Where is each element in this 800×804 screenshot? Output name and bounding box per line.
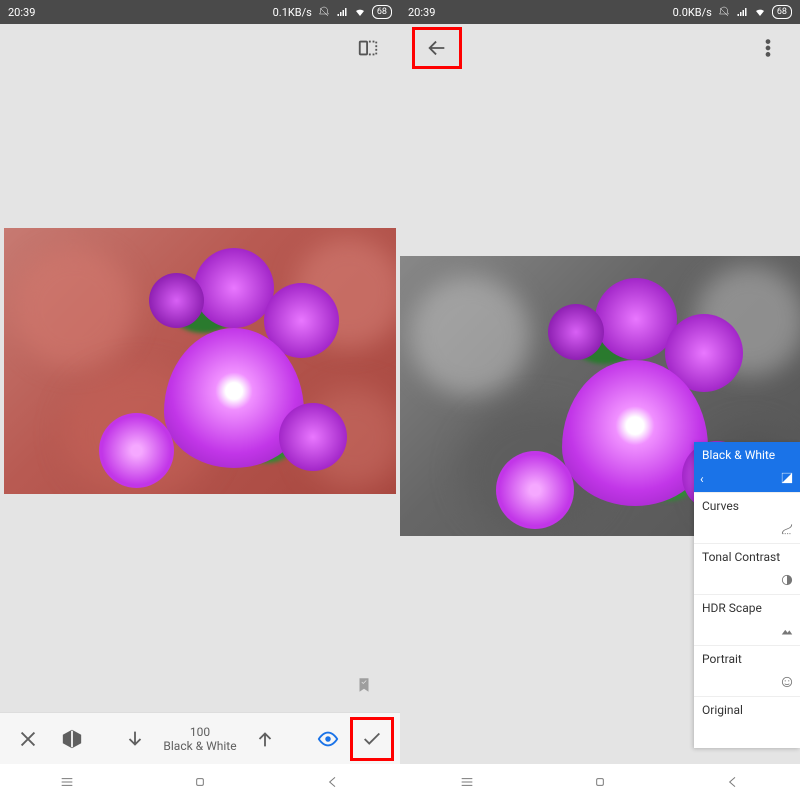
- status-bar: 20:39 0.0KB/s 68: [400, 0, 800, 24]
- status-indicators: 0.1KB/s 68: [273, 5, 392, 19]
- nav-back-icon[interactable]: [325, 774, 341, 794]
- battery-indicator: 68: [772, 5, 792, 19]
- overflow-menu-icon[interactable]: [748, 28, 788, 68]
- right-screenshot: 20:39 0.0KB/s 68: [400, 0, 800, 804]
- signal-icon: [336, 6, 348, 18]
- photo-preview-masked[interactable]: [4, 228, 396, 494]
- portrait-icon: [780, 675, 794, 692]
- nav-back-icon[interactable]: [725, 774, 741, 794]
- bw-icon: [780, 471, 794, 488]
- back-arrow-icon[interactable]: [412, 27, 462, 69]
- nav-home-icon[interactable]: [592, 774, 608, 794]
- app-bar: [400, 24, 800, 72]
- arrow-down-icon[interactable]: [113, 717, 157, 761]
- effect-label: Curves: [702, 499, 739, 513]
- effect-item-curves[interactable]: Curves: [694, 493, 800, 544]
- effect-label: HDR Scape: [702, 601, 762, 615]
- battery-indicator: 68: [372, 5, 392, 19]
- mask-layer-icon[interactable]: [50, 717, 94, 761]
- android-nav-bar: [400, 764, 800, 804]
- close-icon[interactable]: [6, 717, 50, 761]
- app-bar: [0, 24, 400, 72]
- compare-icon[interactable]: [348, 28, 388, 68]
- android-nav-bar: [0, 764, 400, 804]
- left-screenshot: 20:39 0.1KB/s 68: [0, 0, 400, 804]
- bookmark-icon[interactable]: [355, 676, 373, 698]
- effect-label: Black & White: [702, 448, 775, 462]
- effect-label: Original: [702, 703, 743, 717]
- curves-icon: [780, 522, 794, 539]
- nav-recent-icon[interactable]: [459, 774, 475, 794]
- effect-item-hdr-scape[interactable]: HDR Scape: [694, 595, 800, 646]
- check-icon[interactable]: [350, 717, 394, 761]
- arrow-up-icon[interactable]: [243, 717, 287, 761]
- effects-menu: Black & White ‹ Curves Tonal Contrast HD…: [694, 442, 800, 748]
- contrast-icon: [780, 573, 794, 590]
- status-time: 20:39: [8, 6, 35, 19]
- effect-value-label: 100 Black & White: [163, 725, 236, 753]
- effect-item-portrait[interactable]: Portrait: [694, 646, 800, 697]
- status-bar: 20:39 0.1KB/s 68: [0, 0, 400, 24]
- status-time: 20:39: [408, 6, 435, 19]
- signal-icon: [736, 6, 748, 18]
- status-indicators: 0.0KB/s 68: [673, 5, 792, 19]
- nav-recent-icon[interactable]: [59, 774, 75, 794]
- edit-toolbar: 100 Black & White: [0, 712, 400, 764]
- effect-label: Tonal Contrast: [702, 550, 780, 564]
- wifi-icon: [754, 6, 766, 18]
- dnd-icon: [718, 6, 730, 18]
- net-speed: 0.1KB/s: [273, 6, 312, 19]
- effect-item-black-white[interactable]: Black & White ‹: [694, 442, 800, 493]
- chevron-left-icon: ‹: [700, 472, 704, 486]
- effect-label: Portrait: [702, 652, 742, 666]
- wifi-icon: [354, 6, 366, 18]
- hdr-icon: [780, 624, 794, 641]
- nav-home-icon[interactable]: [192, 774, 208, 794]
- visibility-icon[interactable]: [306, 717, 350, 761]
- effect-item-original[interactable]: Original: [694, 697, 800, 748]
- dnd-icon: [318, 6, 330, 18]
- net-speed: 0.0KB/s: [673, 6, 712, 19]
- effect-item-tonal-contrast[interactable]: Tonal Contrast: [694, 544, 800, 595]
